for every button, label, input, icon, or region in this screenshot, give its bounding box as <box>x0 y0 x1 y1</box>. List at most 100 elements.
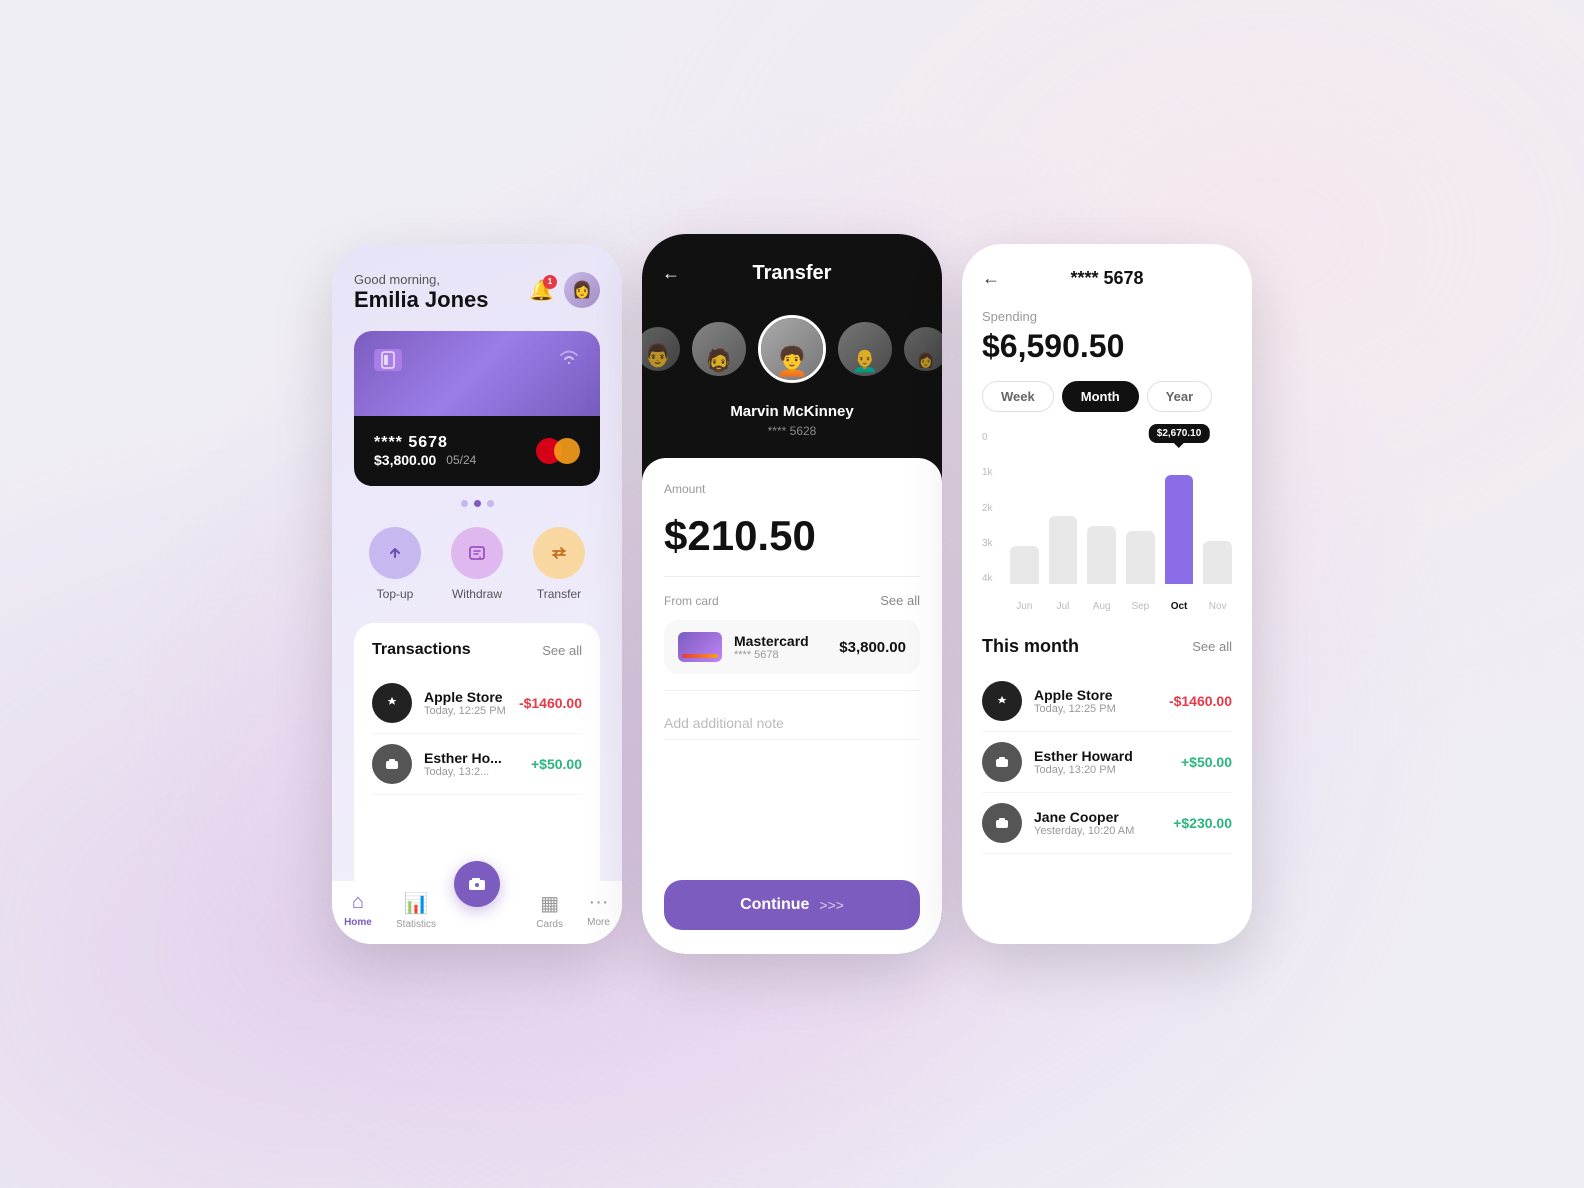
period-tabs: Week Month Year <box>982 381 1232 412</box>
card-num-small: **** 5678 <box>734 649 827 661</box>
x-label-sep: Sep <box>1126 601 1155 612</box>
bar-jun <box>1010 432 1039 584</box>
stats-apple-amount: -$1460.00 <box>1169 693 1232 709</box>
apple-store-amount: -$1460.00 <box>519 695 582 711</box>
x-label-nov: Nov <box>1203 601 1232 612</box>
transaction-item-2: Esther Ho... Today, 13:2... +$50.00 <box>372 734 582 795</box>
tab-week[interactable]: Week <box>982 381 1054 412</box>
nav-statistics[interactable]: 📊 Statistics <box>396 891 436 930</box>
actions-row: Top-up Withdraw <box>354 527 600 601</box>
nav-more[interactable]: ··· More <box>587 891 610 930</box>
mc-orange-circle <box>554 438 580 464</box>
stats-esther-icon <box>982 742 1022 782</box>
from-card-see-all[interactable]: See all <box>880 593 920 608</box>
user-name: Emilia Jones <box>354 287 489 313</box>
action-transfer: Transfer <box>533 527 585 601</box>
x-label-aug: Aug <box>1087 601 1116 612</box>
from-card-header: From card See all <box>664 593 920 608</box>
transfer-button[interactable] <box>533 527 585 579</box>
card-dots <box>354 500 600 507</box>
stats-esther-name: Esther Howard <box>1034 748 1169 764</box>
esther-time: Today, 13:2... <box>424 766 519 778</box>
action-withdraw: Withdraw <box>451 527 503 601</box>
phone-transfer: ← Transfer 👤 👨 🧔 🧑‍🦱 👨‍🦲 👩 <box>642 234 942 954</box>
x-label-jul: Jul <box>1049 601 1078 612</box>
esther-amount: +$50.00 <box>531 756 582 772</box>
card-dot-2[interactable] <box>474 500 481 507</box>
good-morning-text: Good morning, <box>354 272 489 287</box>
contact-sm-2[interactable]: 👩 <box>904 327 942 371</box>
chart-x-labels: Jun Jul Aug Sep Oct Nov <box>1010 601 1232 612</box>
contact-md-2[interactable]: 👨‍🦲 <box>838 322 892 376</box>
card-bottom: **** 5678 $3,800.00 05/24 <box>354 416 600 486</box>
card-item[interactable]: Mastercard **** 5678 $3,800.00 <box>664 620 920 674</box>
fab-spacer <box>460 891 512 930</box>
continue-arrows: >>> <box>819 897 844 913</box>
nav-cards[interactable]: ▦ Cards <box>536 891 563 930</box>
stats-apple-time: Today, 12:25 PM <box>1034 703 1157 715</box>
phones-container: Good morning, Emilia Jones 🔔 1 👩 <box>292 194 1292 994</box>
tab-year[interactable]: Year <box>1147 381 1212 412</box>
esther-icon <box>372 744 412 784</box>
card-details: Mastercard **** 5678 <box>734 633 827 661</box>
chart-y-labels: 4k 3k 2k 1k 0 <box>982 432 993 584</box>
bell-wrapper[interactable]: 🔔 1 <box>529 278 554 303</box>
card-balance-right: $3,800.00 <box>839 639 906 656</box>
transfer-title: Transfer <box>753 262 832 285</box>
from-card-section: From card See all Mastercard **** 5678 $… <box>664 593 920 691</box>
transactions-section: Transactions See all Apple Store Today, … <box>354 623 600 881</box>
transactions-see-all[interactable]: See all <box>542 643 582 658</box>
this-month-title: This month <box>982 636 1079 657</box>
chart-tooltip: $2,670.10 <box>1149 424 1210 443</box>
amount-section: Amount $210.50 From card See all Masterc… <box>642 458 942 954</box>
card-chip-icon <box>678 632 722 662</box>
action-topup: Top-up <box>369 527 421 601</box>
withdraw-button[interactable] <box>451 527 503 579</box>
card-name: Mastercard <box>734 633 827 649</box>
card-logo <box>374 349 402 371</box>
stats-jane-time: Yesterday, 10:20 AM <box>1034 825 1161 837</box>
amount-label: Amount <box>664 482 920 496</box>
fab-button[interactable] <box>454 861 500 907</box>
continue-button[interactable]: Continue >>> <box>664 880 920 930</box>
contact-selected[interactable]: 🧑‍🦱 <box>758 315 826 383</box>
apple-store-name: Apple Store <box>424 689 507 705</box>
contact-sm-1[interactable]: 👨 <box>642 327 680 371</box>
nav-home[interactable]: ⌂ Home <box>344 891 372 930</box>
card-dot-1[interactable] <box>461 500 468 507</box>
continue-label: Continue <box>740 896 809 914</box>
transfer-back-icon[interactable]: ← <box>662 263 680 284</box>
y-label-0: 0 <box>982 432 993 443</box>
stats-back-icon[interactable]: ← <box>982 268 1000 289</box>
bar-sep <box>1126 432 1155 584</box>
y-label-4k: 4k <box>982 573 993 584</box>
stats-txn-1: Apple Store Today, 12:25 PM -$1460.00 <box>982 671 1232 732</box>
from-card-label: From card <box>664 594 719 608</box>
statistics-label: Statistics <box>396 919 436 930</box>
bar-sep-fill <box>1126 531 1155 584</box>
transfer-label: Transfer <box>537 587 581 601</box>
stats-esther-time: Today, 13:20 PM <box>1034 764 1169 776</box>
credit-card[interactable]: **** 5678 $3,800.00 05/24 <box>354 331 600 486</box>
stats-jane-info: Jane Cooper Yesterday, 10:20 AM <box>1034 809 1161 837</box>
stats-apple-info: Apple Store Today, 12:25 PM <box>1034 687 1157 715</box>
stats-apple-icon <box>982 681 1022 721</box>
bar-nov <box>1203 432 1232 584</box>
transactions-header: Transactions See all <box>372 641 582 659</box>
statistics-icon: 📊 <box>404 891 429 916</box>
cards-label: Cards <box>536 919 563 930</box>
this-month-see-all[interactable]: See all <box>1192 639 1232 654</box>
contact-md-1[interactable]: 🧔 <box>692 322 746 376</box>
y-label-1k: 1k <box>982 467 993 478</box>
note-input[interactable]: Add additional note <box>664 707 920 740</box>
y-label-2k: 2k <box>982 503 993 514</box>
esther-name: Esther Ho... <box>424 750 519 766</box>
stats-jane-amount: +$230.00 <box>1173 815 1232 831</box>
tab-month[interactable]: Month <box>1062 381 1139 412</box>
stats-apple-name: Apple Store <box>1034 687 1157 703</box>
chart-bars: $2,670.10 <box>1010 432 1232 584</box>
selected-contact-name: Marvin McKinney <box>642 403 942 420</box>
topup-button[interactable] <box>369 527 421 579</box>
amount-value: $210.50 <box>664 512 920 577</box>
card-dot-3[interactable] <box>487 500 494 507</box>
